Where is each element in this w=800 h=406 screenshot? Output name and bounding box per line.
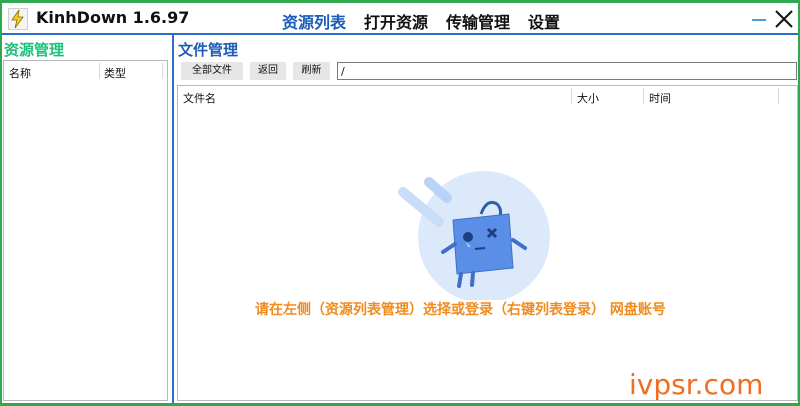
tab-resource-list[interactable]: 资源列表 [282, 9, 346, 33]
window-frame-left [0, 0, 2, 406]
tab-settings[interactable]: 设置 [528, 9, 560, 33]
path-input[interactable] [337, 62, 797, 80]
column-divider[interactable] [778, 88, 779, 104]
tab-open-resource[interactable]: 打开资源 [364, 9, 428, 33]
column-header-filename[interactable]: 文件名 [183, 90, 216, 106]
minimize-icon[interactable] [750, 7, 768, 29]
app-title: KinhDown 1.6.97 [36, 8, 190, 27]
title-bar: KinhDown 1.6.97 资源列表 打开资源 传输管理 设置 [2, 3, 798, 33]
tab-transfer-manager[interactable]: 传输管理 [446, 9, 510, 33]
column-divider[interactable] [162, 63, 163, 79]
refresh-button[interactable]: 刷新 [293, 62, 330, 80]
lightning-icon [8, 8, 28, 30]
back-button[interactable]: 返回 [250, 62, 286, 80]
left-panel-title: 资源管理 [4, 41, 65, 59]
column-header-type[interactable]: 类型 [104, 65, 126, 81]
all-files-button[interactable]: 全部文件 [181, 62, 243, 80]
right-panel-title: 文件管理 [178, 41, 239, 59]
app-window: KinhDown 1.6.97 资源列表 打开资源 传输管理 设置 资源管理 名… [0, 0, 800, 406]
column-divider[interactable] [571, 88, 572, 104]
close-x-icon[interactable] [774, 7, 794, 29]
column-divider[interactable] [643, 88, 644, 104]
column-header-name[interactable]: 名称 [9, 65, 31, 81]
empty-box-mascot-icon [398, 171, 550, 300]
watermark: ivpsr.com [629, 368, 764, 401]
resource-table[interactable]: 名称 类型 [3, 60, 168, 401]
panel-splitter[interactable] [172, 35, 174, 403]
title-divider [2, 33, 798, 35]
column-divider[interactable] [99, 63, 100, 79]
column-header-time[interactable]: 时间 [649, 90, 671, 106]
empty-state-message: 请在左侧（资源列表管理）选择或登录（右键列表登录） 网盘账号 [255, 302, 666, 318]
column-header-size[interactable]: 大小 [577, 90, 599, 106]
